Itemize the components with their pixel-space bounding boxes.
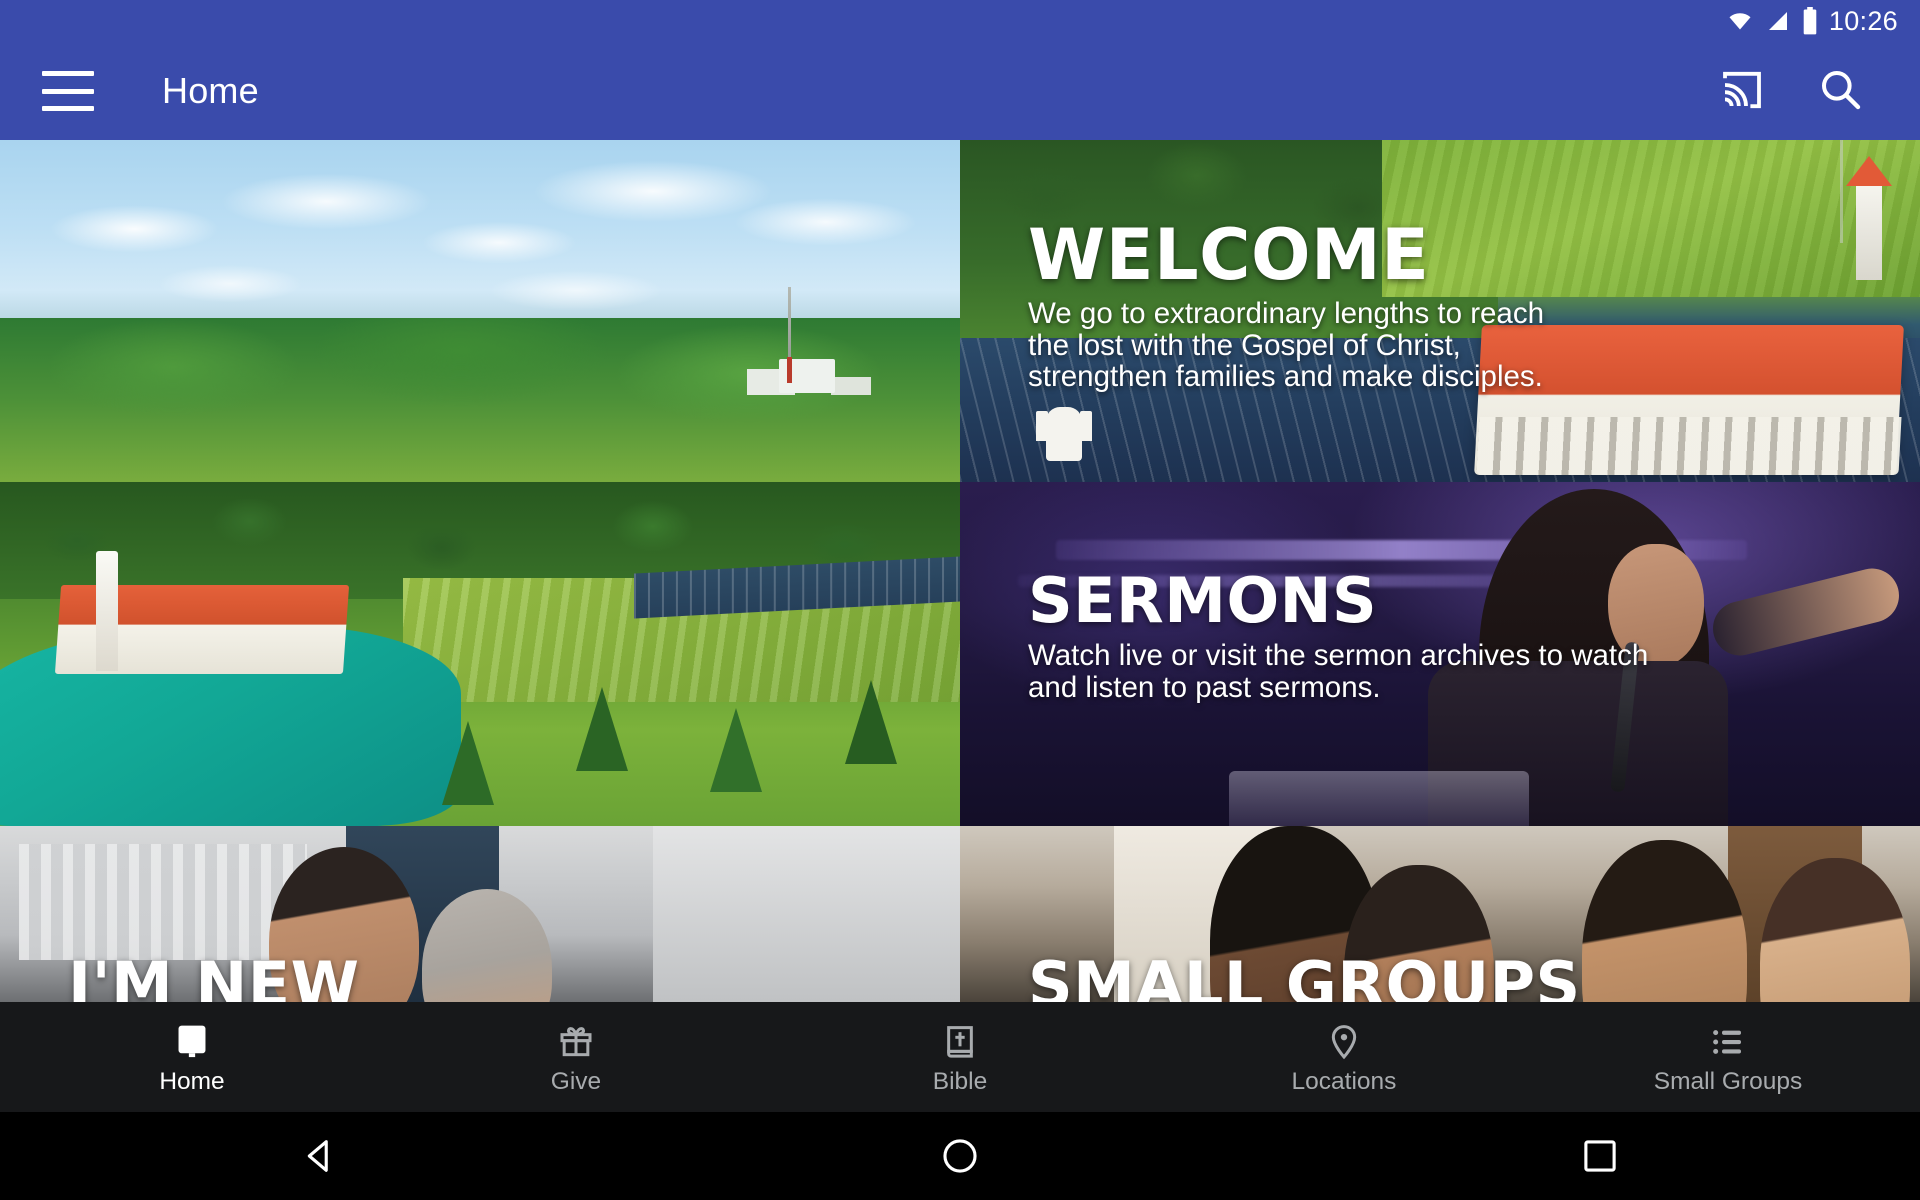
welcome-description: We go to extraordinary lengths to reach … xyxy=(1028,299,1890,392)
sermons-description-line: and listen to past sermons. xyxy=(1028,670,1381,704)
small-groups-title: SMALL GROUPS xyxy=(1028,948,1581,1003)
tile-row: SERMONS Watch live or visit the sermon a… xyxy=(0,482,1920,826)
app-screen: 10:26 Home WELCOME We go to extraordinar… xyxy=(0,0,1920,1200)
sermons-caption: SERMONS Watch live or visit the sermon a… xyxy=(1028,570,1890,704)
hamburger-menu-icon[interactable] xyxy=(42,71,94,111)
aerial-church-lake-image xyxy=(0,482,960,826)
map-pin-icon xyxy=(1324,1020,1364,1062)
gift-icon xyxy=(556,1020,596,1062)
small-groups-caption: SMALL GROUPS xyxy=(1028,948,1890,1003)
nav-item-give[interactable]: Give xyxy=(384,1002,768,1112)
list-icon xyxy=(1708,1020,1748,1062)
aerial-landscape-image xyxy=(0,140,960,482)
bible-icon xyxy=(940,1020,980,1062)
status-bar-clock: 10:26 xyxy=(1828,5,1898,36)
nav-item-locations[interactable]: Locations xyxy=(1152,1002,1536,1112)
welcome-title: WELCOME xyxy=(1028,214,1430,296)
search-icon[interactable] xyxy=(1816,65,1864,118)
tile-aerial-church-lake[interactable] xyxy=(0,482,960,826)
page-title: Home xyxy=(162,70,259,111)
im-new-caption: I'M NEW xyxy=(68,948,930,1003)
nav-item-bible[interactable]: Bible xyxy=(768,1002,1152,1112)
tile-im-new[interactable]: I'M NEW xyxy=(0,826,960,1002)
welcome-description-line: We go to extraordinary lengths to reach xyxy=(1028,297,1544,330)
welcome-caption: WELCOME We go to extraordinary lengths t… xyxy=(1028,220,1890,394)
tile-row: I'M NEW SMALL GROUPS xyxy=(0,826,1920,1002)
tile-aerial-landscape[interactable] xyxy=(0,140,960,482)
status-bar: 10:26 xyxy=(0,0,1920,42)
home-circle-icon[interactable] xyxy=(900,1112,1020,1200)
nav-label-home: Home xyxy=(159,1067,225,1095)
tile-sermons[interactable]: SERMONS Watch live or visit the sermon a… xyxy=(960,482,1920,826)
nav-label-small-groups: Small Groups xyxy=(1653,1067,1803,1095)
sermons-description-line: Watch live or visit the sermon archives … xyxy=(1028,639,1649,672)
cast-icon[interactable] xyxy=(1718,65,1766,118)
monitor-icon xyxy=(171,1020,213,1062)
app-bar-actions xyxy=(1718,65,1864,118)
app-bar: Home xyxy=(0,42,1920,140)
sermons-title: SERMONS xyxy=(1028,564,1378,637)
tile-grid: WELCOME We go to extraordinary lengths t… xyxy=(0,140,1920,1002)
welcome-description-line: the lost with the Gospel of Christ, xyxy=(1028,328,1461,362)
nav-label-bible: Bible xyxy=(932,1067,988,1095)
tile-row: WELCOME We go to extraordinary lengths t… xyxy=(0,140,1920,482)
wifi-icon xyxy=(1725,9,1755,33)
recents-square-icon[interactable] xyxy=(1540,1112,1660,1200)
cell-signal-icon xyxy=(1765,9,1791,33)
android-system-navigation xyxy=(0,1112,1920,1200)
sermons-description: Watch live or visit the sermon archives … xyxy=(1028,641,1890,702)
tile-small-groups[interactable]: SMALL GROUPS xyxy=(960,826,1920,1002)
im-new-title: I'M NEW xyxy=(68,948,360,1003)
battery-icon xyxy=(1801,7,1819,35)
tile-welcome[interactable]: WELCOME We go to extraordinary lengths t… xyxy=(960,140,1920,482)
nav-item-small-groups[interactable]: Small Groups xyxy=(1536,1002,1920,1112)
nav-label-locations: Locations xyxy=(1291,1067,1397,1095)
nav-label-give: Give xyxy=(550,1067,602,1095)
nav-item-home[interactable]: Home xyxy=(0,1002,384,1112)
welcome-description-line: strengthen families and make disciples. xyxy=(1028,360,1543,393)
bottom-navigation-bar: Home Give Bible Locations Small Groups xyxy=(0,1002,1920,1112)
back-triangle-icon[interactable] xyxy=(260,1112,380,1200)
